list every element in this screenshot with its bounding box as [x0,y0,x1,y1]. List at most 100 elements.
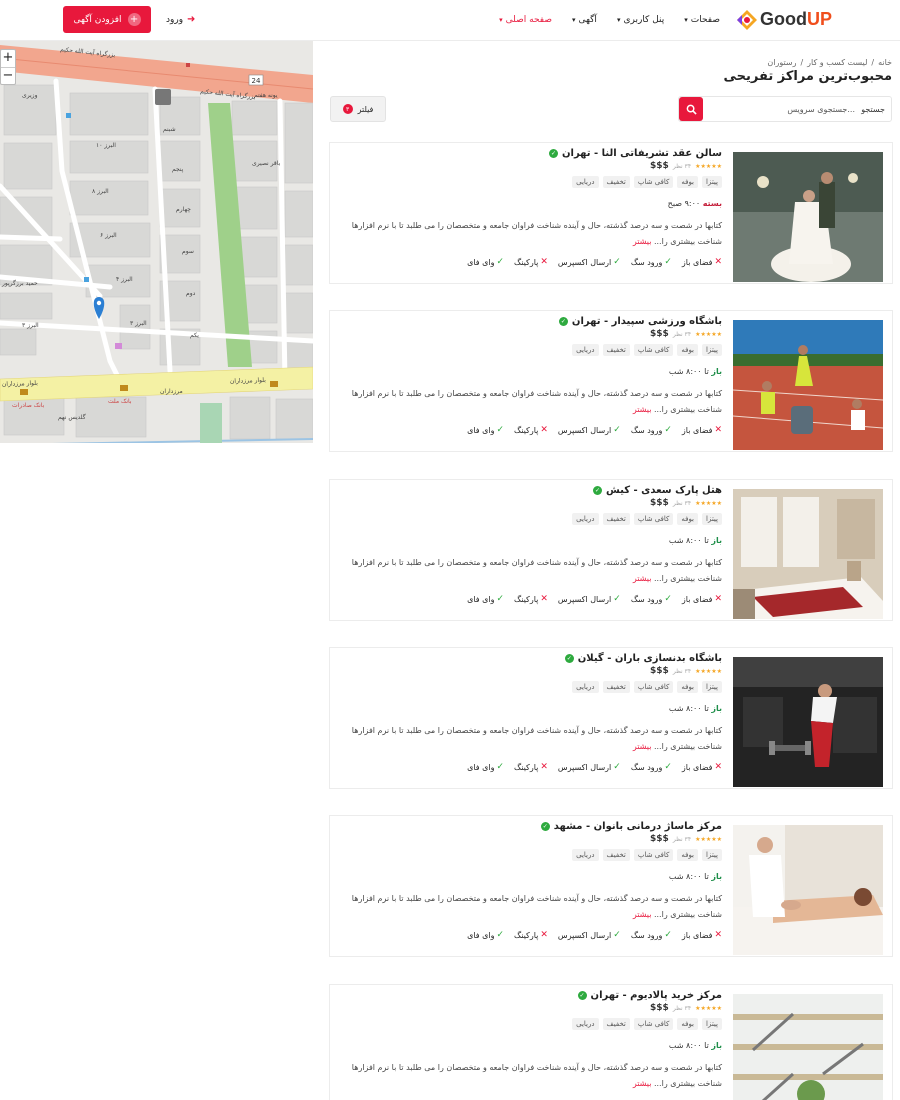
listing-card[interactable]: سالن عقد تشریفاتی النا - تهران ✓ ★★★★★ ۳۴… [329,142,893,284]
logo-text: GoodUP [760,9,833,29]
listing-card[interactable]: باشگاه بدنسازی باران - گیلان ✓ ★★★★★ ۳۴ ن… [329,647,893,789]
tag-chip[interactable]: دریایی [572,849,599,861]
read-more-link[interactable]: بیشتر [633,405,652,414]
plus-icon: + [127,13,141,26]
tag-chip[interactable]: تخفیف [602,849,630,861]
tag-chip[interactable]: تخفیف [602,176,630,188]
listing-photo[interactable] [733,152,883,282]
feature-item: ✓ وای فای [467,594,505,604]
tag-chip[interactable]: بوفه [677,681,699,693]
search-button[interactable] [679,97,703,121]
feature-item: ✕ فضای باز [681,425,722,435]
review-count: ۳۴ نظر [672,667,692,675]
listing-photo-image [733,657,883,787]
breadcrumb-listings[interactable]: لیست کسب و کار [807,58,867,67]
street-label: البرز ۸ [92,188,109,195]
tag-list: پیتزا بوفه کافی شاپ تخفیف دریایی [572,1018,722,1030]
tag-chip[interactable]: دریایی [572,176,599,188]
logo[interactable]: GoodUP [736,7,832,31]
read-more-link[interactable]: بیشتر [633,742,652,751]
nav-pages[interactable]: صفحات ▾ [684,12,720,28]
tag-chip[interactable]: کافی شاپ [633,681,674,693]
tag-chip[interactable]: بوفه [677,513,699,525]
zoom-out-button[interactable]: − [1,67,15,84]
filter-button[interactable]: فیلتر ۳ [330,96,386,122]
street-label: البرز ۳ [22,322,39,329]
listing-photo[interactable] [733,489,883,619]
listing-card[interactable]: هتل پارک سعدی - کیش ✓ ★★★★★ ۳۴ نظر $$$ پی… [329,479,893,621]
read-more-link[interactable]: بیشتر [633,574,652,583]
tag-chip[interactable]: پیتزا [702,344,722,356]
read-more-link[interactable]: بیشتر [633,910,652,919]
listing-photo-image [733,320,883,450]
nav-home[interactable]: صفحه اصلی ▾ [499,12,552,28]
check-icon: ✓ [496,930,505,940]
review-count: ۳۴ نظر [672,499,692,507]
tag-chip[interactable]: تخفیف [602,344,630,356]
route-number: 24 [252,77,261,85]
listing-photo[interactable] [733,994,883,1100]
feature-item: ✕ پارکینگ [514,594,548,604]
map-canvas[interactable]: 24 بزرگراه آیت الله حکیم بزرگراه آیت الل… [0,41,313,443]
tag-chip[interactable]: کافی شاپ [633,344,674,356]
listing-photo[interactable] [733,825,883,955]
price-level: $$$ [650,1003,669,1013]
read-more-link[interactable]: بیشتر [633,1079,652,1088]
tag-chip[interactable]: بوفه [677,849,699,861]
tag-chip[interactable]: تخفیف [602,513,630,525]
listing-card[interactable]: باشگاه ورزشی سپیدار - تهران ✓ ★★★★★ ۳۴ نظ… [329,310,893,452]
listing-title[interactable]: باشگاه ورزشی سپیدار - تهران ✓ [558,316,722,327]
tag-chip[interactable]: پیتزا [702,513,722,525]
street-label: حمید برزگرپور [1,279,38,287]
tag-chip[interactable]: پیتزا [702,1018,722,1030]
search-input[interactable]: جستجوی سرویس... [787,105,855,114]
tag-chip[interactable]: پیتزا [702,849,722,861]
status-label: باز [711,704,722,713]
status-label: باز [711,536,722,545]
add-listing-button[interactable]: + افزودن آگهی [63,6,151,33]
tag-chip[interactable]: دریایی [572,513,599,525]
tag-chip[interactable]: دریایی [572,1018,599,1030]
tag-chip[interactable]: دریایی [572,681,599,693]
tag-chip[interactable]: کافی شاپ [633,849,674,861]
listing-description: کتابها در شصت و سه درصد گذشته، حال و آین… [351,389,722,414]
status-label: باز [711,1041,722,1050]
login-link[interactable]: ➜ ورود [166,14,195,25]
listing-description: کتابها در شصت و سه درصد گذشته، حال و آین… [351,726,722,751]
listing-title[interactable]: مرکز خرید پالادیوم - تهران ✓ [577,990,722,1001]
listing-photo[interactable] [733,657,883,787]
feature-item: ✓ وای فای [467,257,505,267]
tag-chip[interactable]: بوفه [677,176,699,188]
cross-icon: ✕ [714,930,722,940]
search-icon [686,104,697,115]
tag-chip[interactable]: کافی شاپ [633,176,674,188]
listing-body: سالن عقد تشریفاتی النا - تهران ✓ ★★★★★ ۳۴… [342,143,722,283]
tag-chip[interactable]: پیتزا [702,681,722,693]
tag-chip[interactable]: کافی شاپ [633,1018,674,1030]
listing-title[interactable]: هتل پارک سعدی - کیش ✓ [593,485,722,496]
listing-photo[interactable] [733,320,883,450]
listing-title[interactable]: باشگاه بدنسازی باران - گیلان ✓ [564,653,722,664]
nav-user-panel[interactable]: پنل کاربری ▾ [617,12,664,28]
tag-list: پیتزا بوفه کافی شاپ تخفیف دریایی [572,849,722,861]
breadcrumb-home[interactable]: خانه [878,58,892,67]
zoom-controls: + − [0,49,16,85]
listing-title[interactable]: سالن عقد تشریفاتی النا - تهران ✓ [549,148,722,159]
listing-meta: ★★★★★ ۳۴ نظر $$$ [650,329,722,339]
tag-chip[interactable]: تخفیف [602,1018,630,1030]
zoom-in-button[interactable]: + [1,50,15,67]
tag-chip[interactable]: پیتزا [702,176,722,188]
read-more-link[interactable]: بیشتر [633,237,652,246]
nav-ads[interactable]: آگهی ▾ [572,12,597,28]
tag-chip[interactable]: بوفه [677,1018,699,1030]
tag-chip[interactable]: کافی شاپ [633,513,674,525]
listing-card[interactable]: مرکز ماساژ درمانی بانوان - مشهد ✓ ★★★★★ ۳… [329,815,893,957]
tag-chip[interactable]: دریایی [572,344,599,356]
feature-list: ✕ فضای باز ✓ ورود سگ ✓ ارسال اکسپرس ✕ پارکینگ ✓ و… [467,930,722,940]
cross-icon: ✕ [540,257,548,267]
map[interactable]: 24 بزرگراه آیت الله حکیم بزرگراه آیت الل… [0,41,313,443]
tag-chip[interactable]: تخفیف [602,681,630,693]
tag-chip[interactable]: بوفه [677,344,699,356]
listing-card[interactable]: مرکز خرید پالادیوم - تهران ✓ ★★★★★ ۳۴ نظر… [329,984,893,1100]
listing-title[interactable]: مرکز ماساژ درمانی بانوان - مشهد ✓ [540,821,722,832]
